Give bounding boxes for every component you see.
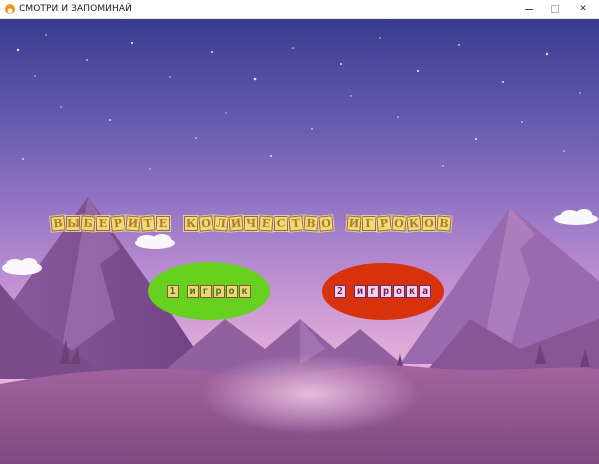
heading-letter-tile: О <box>318 214 334 232</box>
app-logo-icon <box>5 4 15 14</box>
window-titlebar[interactable]: СМОТРИ И ЗАПОМИНАЙ ✕ <box>0 0 599 19</box>
button-letter-tile: 2 <box>334 285 346 298</box>
heading-letter-tile: О <box>391 214 407 232</box>
heading-letter-tile: К <box>406 214 422 232</box>
heading-letter-tile: О <box>198 214 214 232</box>
minimize-button[interactable] <box>516 0 542 18</box>
heading-letter-tile: Л <box>213 214 229 232</box>
minimize-icon <box>525 8 533 10</box>
heading-letter-tile: Е <box>156 215 170 231</box>
button-letter-tile: к <box>238 284 251 298</box>
heading-letter-tile: В <box>436 214 452 232</box>
heading-letter-tile: О <box>422 215 436 231</box>
heading-letter-tile: И <box>125 214 141 232</box>
button-letter-tile <box>347 285 353 298</box>
two-players-button-label: 2игрока <box>334 285 432 298</box>
heading-letter-tile: Ы <box>66 215 81 231</box>
button-letter-tile: 1 <box>166 284 179 298</box>
heading-letter-tile: Т <box>140 214 156 232</box>
button-letter-tile: р <box>212 284 225 298</box>
heading-letter-tile: Е <box>258 214 274 232</box>
heading-letter-tile: В <box>50 214 66 232</box>
stars <box>16 34 581 170</box>
one-player-button-label: 1игрок <box>166 284 252 298</box>
heading-letter-tile: Г <box>362 215 376 231</box>
heading-letter-tile: И <box>346 214 362 232</box>
maximize-icon <box>551 5 559 13</box>
close-icon: ✕ <box>579 4 587 14</box>
heading-letter-tile: Р <box>376 214 392 232</box>
button-letter-tile: а <box>419 285 431 298</box>
button-letter-tile: р <box>380 285 392 298</box>
heading-letter-tile: Т <box>288 214 304 232</box>
heading-letter-tile: К <box>184 215 198 231</box>
heading-letter-tile: Ч <box>244 215 258 231</box>
window-title: СМОТРИ И ЗАПОМИНАЙ <box>19 4 132 14</box>
button-letter-tile: и <box>354 285 366 298</box>
one-player-button[interactable]: 1игрок <box>148 262 270 320</box>
button-letter-tile: г <box>367 285 379 298</box>
close-button[interactable]: ✕ <box>570 0 596 18</box>
heading-letter-tile: Б <box>80 214 96 232</box>
heading-letter-tile: В <box>303 214 319 232</box>
heading-letter-tile: Р <box>110 214 126 232</box>
maximize-button[interactable] <box>542 0 568 18</box>
button-letter-tile: к <box>406 285 418 298</box>
heading-letter-tile: С <box>274 215 288 231</box>
button-letter-tile <box>180 285 186 298</box>
button-letter-tile: о <box>393 285 405 298</box>
button-letter-tile: г <box>199 284 212 298</box>
button-letter-tile: о <box>225 284 238 298</box>
background-landscape <box>0 34 599 464</box>
button-letter-tile: и <box>186 284 199 298</box>
two-players-button[interactable]: 2игрока <box>322 263 444 320</box>
game-scene: ВЫБЕРИТЕКОЛИЧЕСТВОИГРОКОВ 1игрок 2игрока <box>0 19 599 464</box>
player-count-heading: ВЫБЕРИТЕКОЛИЧЕСТВОИГРОКОВ <box>50 213 566 233</box>
heading-letter-tile: И <box>228 214 244 232</box>
heading-letter-tile: Е <box>96 215 110 231</box>
